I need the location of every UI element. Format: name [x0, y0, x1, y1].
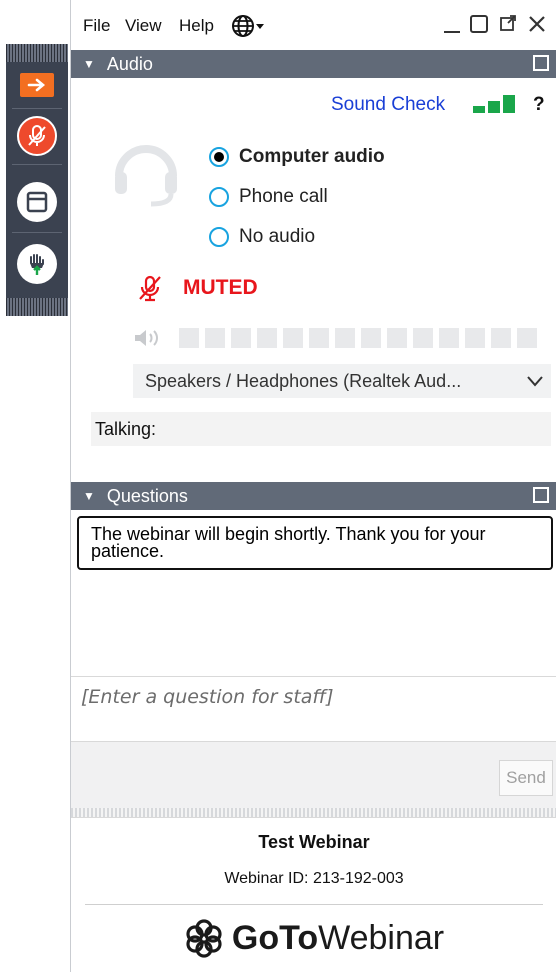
audio-section-title: Audio — [106, 53, 153, 74]
close-button[interactable] — [527, 14, 547, 40]
expand-panel-button[interactable] — [14, 70, 60, 100]
radio-button[interactable] — [209, 227, 229, 247]
radio-no-audio[interactable]: No audio — [209, 226, 315, 248]
send-area: Send — [71, 742, 556, 808]
raise-hand-icon — [17, 244, 57, 284]
audio-device-dropdown[interactable]: Speakers / Headphones (Realtek Aud... — [133, 364, 551, 398]
radio-label: No audio — [239, 226, 316, 247]
caret-down-icon — [256, 24, 264, 29]
control-panel: File View Help ▼ Audio Sound Check ? Com… — [70, 0, 556, 972]
menu-view[interactable]: View — [125, 16, 162, 36]
grab-tab-toolbar — [6, 44, 68, 316]
minimize-button[interactable] — [443, 14, 461, 40]
radio-button[interactable] — [209, 187, 229, 207]
sound-check-link[interactable]: Sound Check — [331, 94, 445, 116]
radio-phone-call[interactable]: Phone call — [209, 186, 328, 208]
audio-device-value: Speakers / Headphones (Realtek Aud... — [145, 370, 462, 391]
maximize-button[interactable] — [469, 14, 489, 40]
question-input[interactable] — [79, 685, 553, 709]
volume-meter — [179, 328, 537, 348]
mute-microphone-button[interactable] — [14, 114, 60, 158]
signal-strength-icon — [473, 95, 515, 113]
audio-help-icon[interactable]: ? — [533, 94, 545, 116]
grab-tab-grip-bottom[interactable] — [6, 298, 68, 316]
talking-indicator: Talking: — [91, 412, 551, 446]
headset-icon — [115, 145, 177, 207]
minimize-icon — [444, 31, 460, 33]
gotowebinar-logo: GoTo Webinar — [71, 918, 556, 958]
menu-help[interactable]: Help — [179, 16, 214, 36]
talking-label: Talking: — [95, 418, 157, 439]
gotowebinar-logo-icon — [186, 919, 222, 958]
maximize-icon — [470, 15, 488, 33]
close-icon — [529, 16, 545, 32]
footer-divider — [85, 904, 543, 905]
webinar-id: Webinar ID: 213-192-003 — [224, 870, 404, 887]
window-icon — [17, 182, 57, 222]
raise-hand-button[interactable] — [14, 242, 60, 286]
question-input-area[interactable] — [71, 676, 556, 742]
muted-status: MUTED — [183, 276, 258, 299]
brand-bold: GoTo — [231, 918, 319, 957]
brand-regular: Webinar — [318, 918, 445, 957]
grab-tab-grip-top[interactable] — [6, 44, 68, 62]
arrow-right-icon — [20, 73, 54, 97]
globe-icon — [232, 15, 254, 37]
questions-section-header[interactable]: ▼ Questions — [71, 482, 556, 510]
webinar-title: Test Webinar — [258, 832, 370, 852]
questions-section-title: Questions — [106, 485, 188, 506]
popout-icon — [500, 15, 516, 31]
microphone-muted-icon — [17, 116, 57, 156]
speaker-icon — [135, 330, 158, 346]
collapse-triangle-icon: ▼ — [83, 489, 95, 503]
collapse-triangle-icon: ▼ — [83, 57, 95, 71]
send-button[interactable]: Send — [499, 760, 553, 796]
popout-button[interactable] — [499, 14, 517, 38]
popout-section-icon[interactable] — [533, 487, 549, 503]
show-window-button[interactable] — [14, 180, 60, 224]
radio-label: Computer audio — [239, 146, 385, 167]
radio-computer-audio[interactable]: Computer audio — [209, 146, 385, 168]
chevron-down-icon — [527, 376, 543, 387]
popout-section-icon[interactable] — [533, 55, 549, 71]
radio-label: Phone call — [239, 186, 328, 207]
radio-button[interactable] — [209, 147, 229, 167]
organizer-message: The webinar will begin shortly. Thank yo… — [77, 516, 553, 570]
audio-section-header[interactable]: ▼ Audio — [71, 50, 556, 78]
language-menu[interactable] — [231, 14, 265, 38]
panel-splitter[interactable] — [71, 808, 556, 818]
menu-file[interactable]: File — [83, 16, 110, 36]
menu-bar: File View Help — [71, 0, 556, 50]
microphone-muted-icon[interactable] — [137, 274, 163, 302]
